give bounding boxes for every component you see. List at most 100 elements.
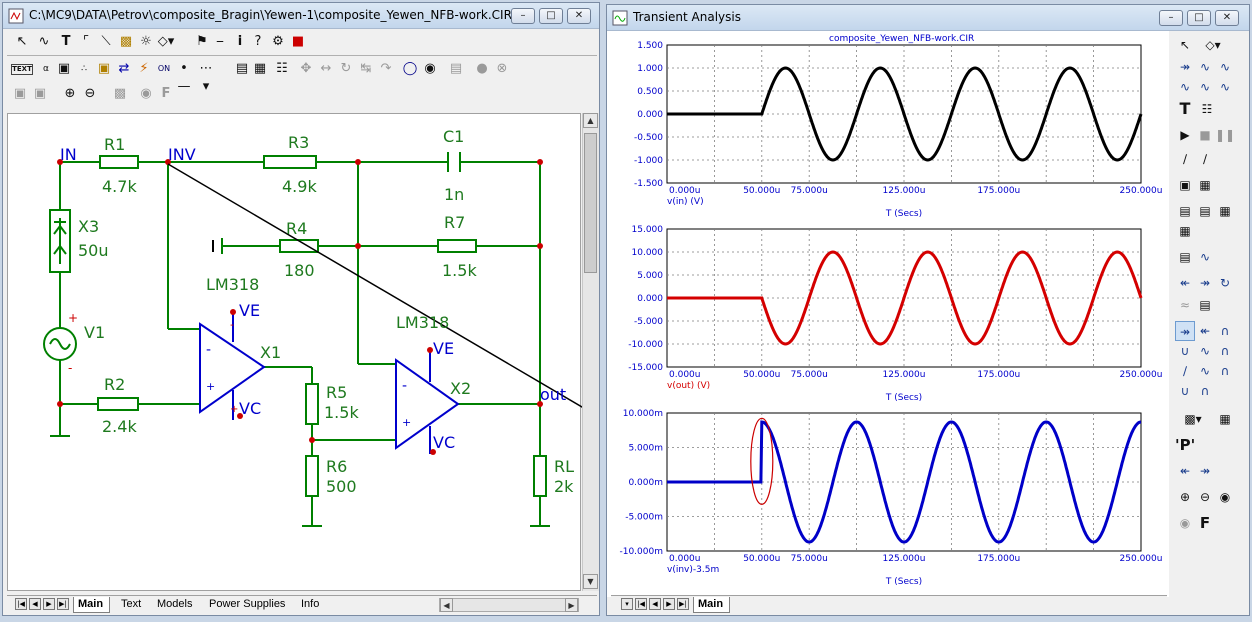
cursor-both-icon[interactable]: ↻ xyxy=(1215,273,1235,293)
grid-text-icon[interactable]: ∴ xyxy=(75,60,93,78)
graph-4-icon[interactable]: ∿ xyxy=(1215,77,1235,97)
pin-icon[interactable]: ⎯ xyxy=(211,33,229,51)
mesh-panel-icon[interactable]: ◉ xyxy=(1175,513,1195,533)
font-icon[interactable]: F xyxy=(157,85,175,103)
high-icon[interactable]: ∩ xyxy=(1215,321,1235,341)
prev-page-button[interactable]: ◀ xyxy=(29,598,41,610)
analysis-minimize-button[interactable]: – xyxy=(1159,10,1183,26)
shapes-dropdown-icon[interactable]: ◇▾ xyxy=(157,33,175,51)
hscroll-right-button[interactable]: ▶ xyxy=(565,598,578,612)
last-page-button[interactable]: ▶| xyxy=(57,598,69,610)
node-numbers-icon[interactable]: ▣ xyxy=(95,60,113,78)
chart-icon[interactable]: ▤ xyxy=(1195,295,1215,315)
zoom-out-panel-icon[interactable]: ⊖ xyxy=(1195,487,1215,507)
scale-icon[interactable]: ↠ xyxy=(1175,57,1195,77)
zoom-in-icon[interactable]: ⊕ xyxy=(61,85,79,103)
properties-icon[interactable]: ☷ xyxy=(273,60,291,78)
frame-icon[interactable]: ▣ xyxy=(1175,175,1195,195)
next-page-button[interactable]: ▶ xyxy=(43,598,55,610)
grid-fine-icon[interactable]: ▦ xyxy=(1215,201,1235,221)
scroll-down-button[interactable]: ▼ xyxy=(583,574,598,589)
help-icon[interactable]: ? xyxy=(249,33,267,51)
mirror-icon[interactable]: ↔ xyxy=(317,60,335,78)
shape-dropdown-icon[interactable]: ◇▾ xyxy=(1195,35,1231,55)
tab-models[interactable]: Models xyxy=(153,597,198,613)
analysis-last-button[interactable]: ▶| xyxy=(677,598,689,610)
select-icon[interactable]: ↖ xyxy=(1175,35,1195,55)
properties-panel-icon[interactable]: ☷ xyxy=(1197,99,1217,119)
color-dropdown-icon[interactable]: ▩▾ xyxy=(1175,409,1211,429)
top-icon[interactable]: ∿ xyxy=(1195,361,1215,381)
schematic-titlebar[interactable]: C:\MC9\DATA\Petrov\composite_Bragin\Yewe… xyxy=(3,3,599,29)
minor-grid-icon[interactable]: ▤ xyxy=(1175,247,1195,267)
settings-icon[interactable]: ⚙ xyxy=(269,33,287,51)
binoculars-icon[interactable]: ◉ xyxy=(421,60,439,78)
zoom-out-icon[interactable]: ⊖ xyxy=(81,85,99,103)
valley-icon[interactable]: ↞ xyxy=(1195,321,1215,341)
mark-right-icon[interactable]: ↠ xyxy=(1195,461,1215,481)
next-branch-icon[interactable]: ∩ xyxy=(1195,381,1215,401)
schematic-vscroll[interactable]: ▲ ▼ xyxy=(582,113,599,591)
info-icon[interactable]: ☼ xyxy=(137,33,155,51)
hscroll-left-button[interactable]: ◀ xyxy=(440,598,453,612)
tab-text[interactable]: Text xyxy=(117,597,147,613)
flag-component-icon[interactable]: ▩ xyxy=(117,33,135,51)
low-icon[interactable]: ∪ xyxy=(1175,341,1195,361)
schematic-hscroll[interactable]: ◀ ▶ xyxy=(439,598,579,612)
scroll-up-button[interactable]: ▲ xyxy=(583,113,598,128)
cursor-left-icon[interactable]: ↞ xyxy=(1175,273,1195,293)
grid-dropdown-icon[interactable]: ⋯▾ xyxy=(197,60,215,94)
current-flow-icon[interactable]: ⇄ xyxy=(115,60,133,78)
rotate-icon[interactable]: ↻ xyxy=(337,60,355,78)
zoom-fit-icon[interactable]: ▩ xyxy=(111,85,129,103)
attribute-icon[interactable]: α xyxy=(37,60,55,78)
cancel-icon[interactable]: ⊗ xyxy=(493,60,511,78)
layer-icon[interactable]: ▣ xyxy=(11,85,29,103)
analysis-prev-button[interactable]: ◀ xyxy=(649,598,661,610)
graph-icon[interactable]: ∿ xyxy=(1195,57,1215,77)
find-icon[interactable]: ◯ xyxy=(401,60,419,78)
vgrid-icon[interactable]: ▤ xyxy=(1175,201,1195,221)
grid-icon[interactable]: ▦ xyxy=(1195,175,1215,195)
pause-icon[interactable]: ❚❚ xyxy=(1215,125,1235,145)
pin-connection-icon[interactable]: •— xyxy=(175,60,193,94)
tab-main[interactable]: Main xyxy=(73,597,111,613)
analysis-menu-button[interactable]: ▾ xyxy=(621,598,633,610)
select-arrow-icon[interactable]: ↖ xyxy=(13,33,31,51)
zoom-extent-icon[interactable]: ◉ xyxy=(1215,487,1235,507)
maximize-button[interactable]: □ xyxy=(539,8,563,24)
layer-2-icon[interactable]: ▣ xyxy=(31,85,49,103)
analysis-maximize-button[interactable]: □ xyxy=(1187,10,1211,26)
graph-2-icon[interactable]: ∿ xyxy=(1215,57,1235,77)
move-icon[interactable]: ✥ xyxy=(297,60,315,78)
schematic-canvas[interactable]: + - - + - + - + IN INV out VE VC VE VC R… xyxy=(7,113,582,591)
tokens-icon[interactable]: ∿ xyxy=(1195,247,1215,267)
grid-small-icon[interactable]: ▦ xyxy=(1175,221,1195,241)
table-icon[interactable]: ▦ xyxy=(1215,409,1235,429)
analysis-first-button[interactable]: |◀ xyxy=(635,598,647,610)
scale-2-icon[interactable]: ∿ xyxy=(1175,77,1195,97)
page-icon[interactable]: ▤ xyxy=(233,60,251,78)
power-flow-icon[interactable]: ⚡ xyxy=(135,60,153,78)
flip-icon[interactable]: ↹ xyxy=(357,60,375,78)
diagonal-wire-icon[interactable]: ⟍ xyxy=(97,33,115,51)
peak-icon[interactable]: ↠ xyxy=(1175,321,1195,341)
tab-power-supplies[interactable]: Power Supplies xyxy=(205,597,291,613)
analysis-close-button[interactable]: ✕ xyxy=(1215,10,1239,26)
font-panel-icon[interactable]: F xyxy=(1195,513,1215,533)
close-button[interactable]: ✕ xyxy=(567,8,591,24)
tab-info[interactable]: Info xyxy=(297,597,325,613)
step-icon[interactable]: ↷ xyxy=(377,60,395,78)
bottom-icon[interactable]: ∩ xyxy=(1215,361,1235,381)
text-mode-icon[interactable]: TEXT xyxy=(11,64,33,75)
analysis-titlebar[interactable]: Transient Analysis – □ ✕ xyxy=(607,5,1249,31)
analysis-tab-main[interactable]: Main xyxy=(693,597,731,613)
run-icon[interactable]: ▶ xyxy=(1175,125,1195,145)
on-off-icon[interactable]: ON xyxy=(155,60,173,78)
text-tool-icon[interactable]: T xyxy=(57,33,75,51)
minimize-button[interactable]: – xyxy=(511,8,535,24)
analysis-next-button[interactable]: ▶ xyxy=(663,598,675,610)
stop-icon[interactable]: ■ xyxy=(289,33,307,51)
ortho-wire-icon[interactable]: ⌜ xyxy=(77,33,95,51)
p-icon[interactable]: 'P' xyxy=(1175,435,1195,455)
